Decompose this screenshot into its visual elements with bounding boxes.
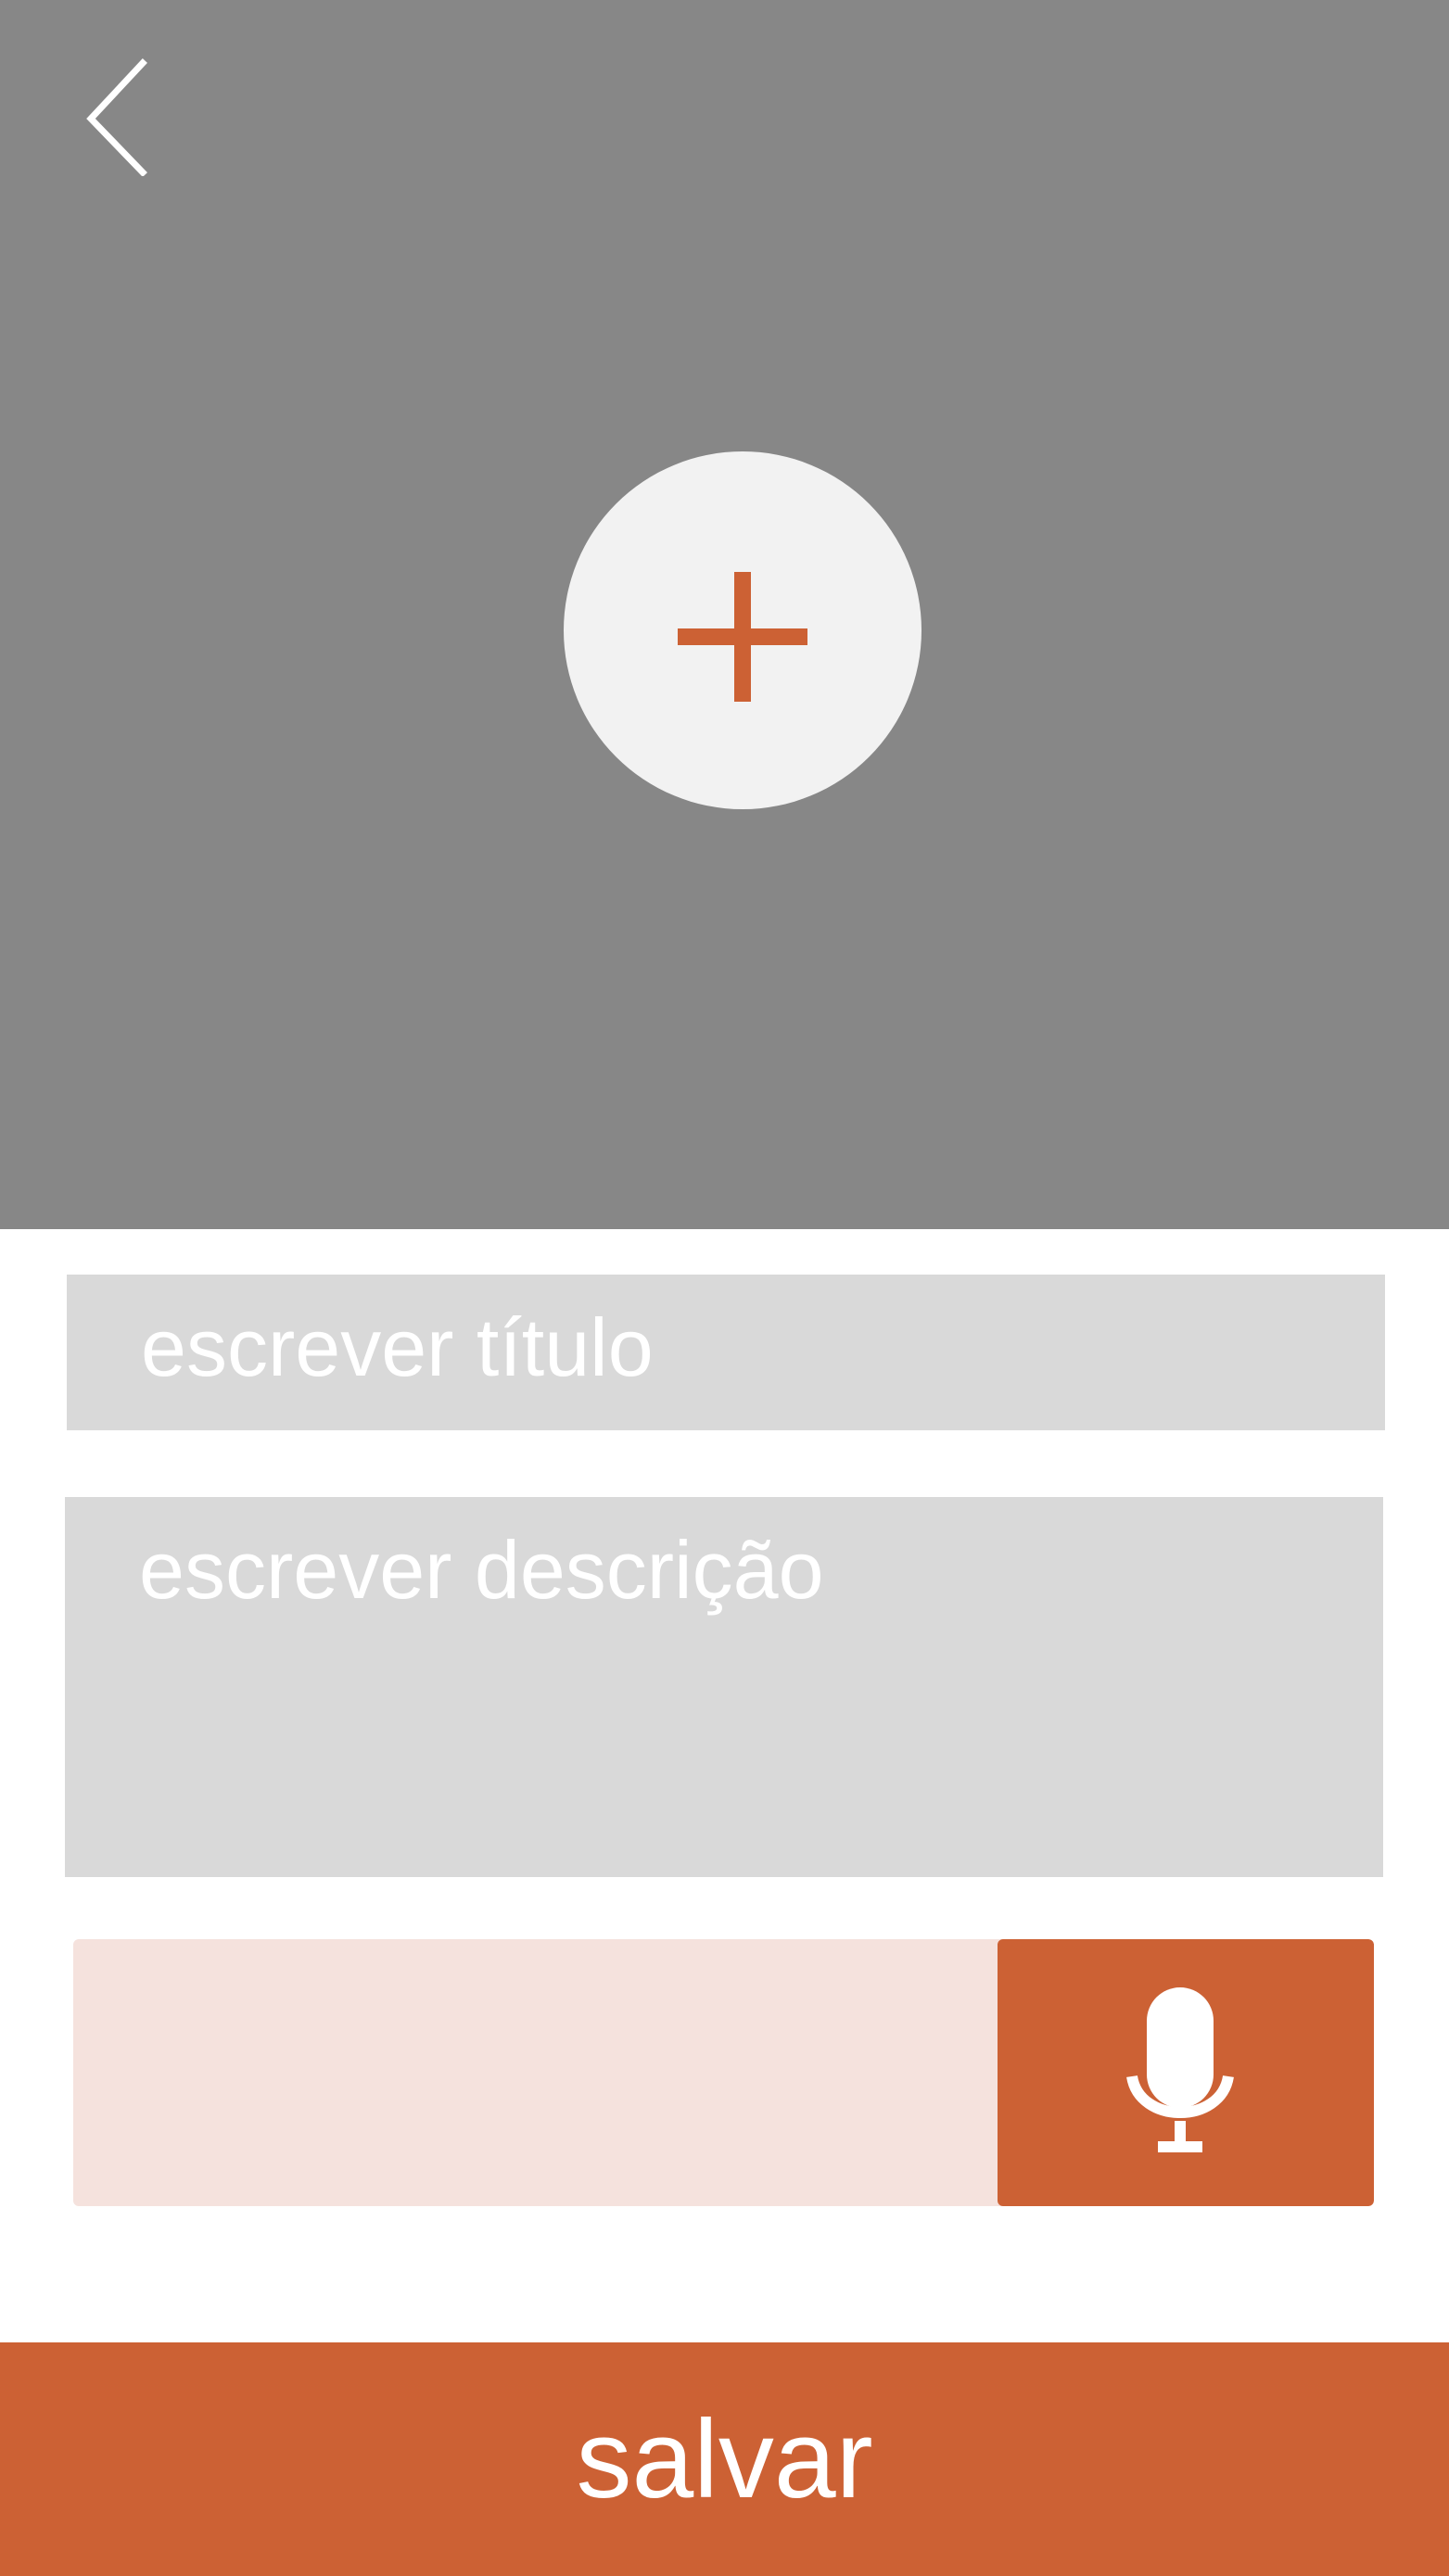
- image-picker-area[interactable]: [0, 0, 1449, 1229]
- chevron-left-icon: [86, 58, 147, 177]
- description-placeholder: escrever descrição: [139, 1524, 824, 1616]
- back-button[interactable]: [74, 56, 158, 177]
- plus-icon: [678, 572, 807, 702]
- microphone-icon: [1126, 1987, 1234, 2152]
- title-placeholder: escrever título: [141, 1301, 654, 1393]
- save-label: salvar: [576, 2397, 873, 2521]
- title-input[interactable]: escrever título: [67, 1275, 1385, 1430]
- add-image-button[interactable]: [564, 451, 922, 809]
- voice-input-bar: [73, 1939, 1374, 2206]
- save-button[interactable]: salvar: [0, 2342, 1449, 2576]
- description-input[interactable]: escrever descrição: [65, 1497, 1383, 1877]
- microphone-button[interactable]: [998, 1939, 1374, 2206]
